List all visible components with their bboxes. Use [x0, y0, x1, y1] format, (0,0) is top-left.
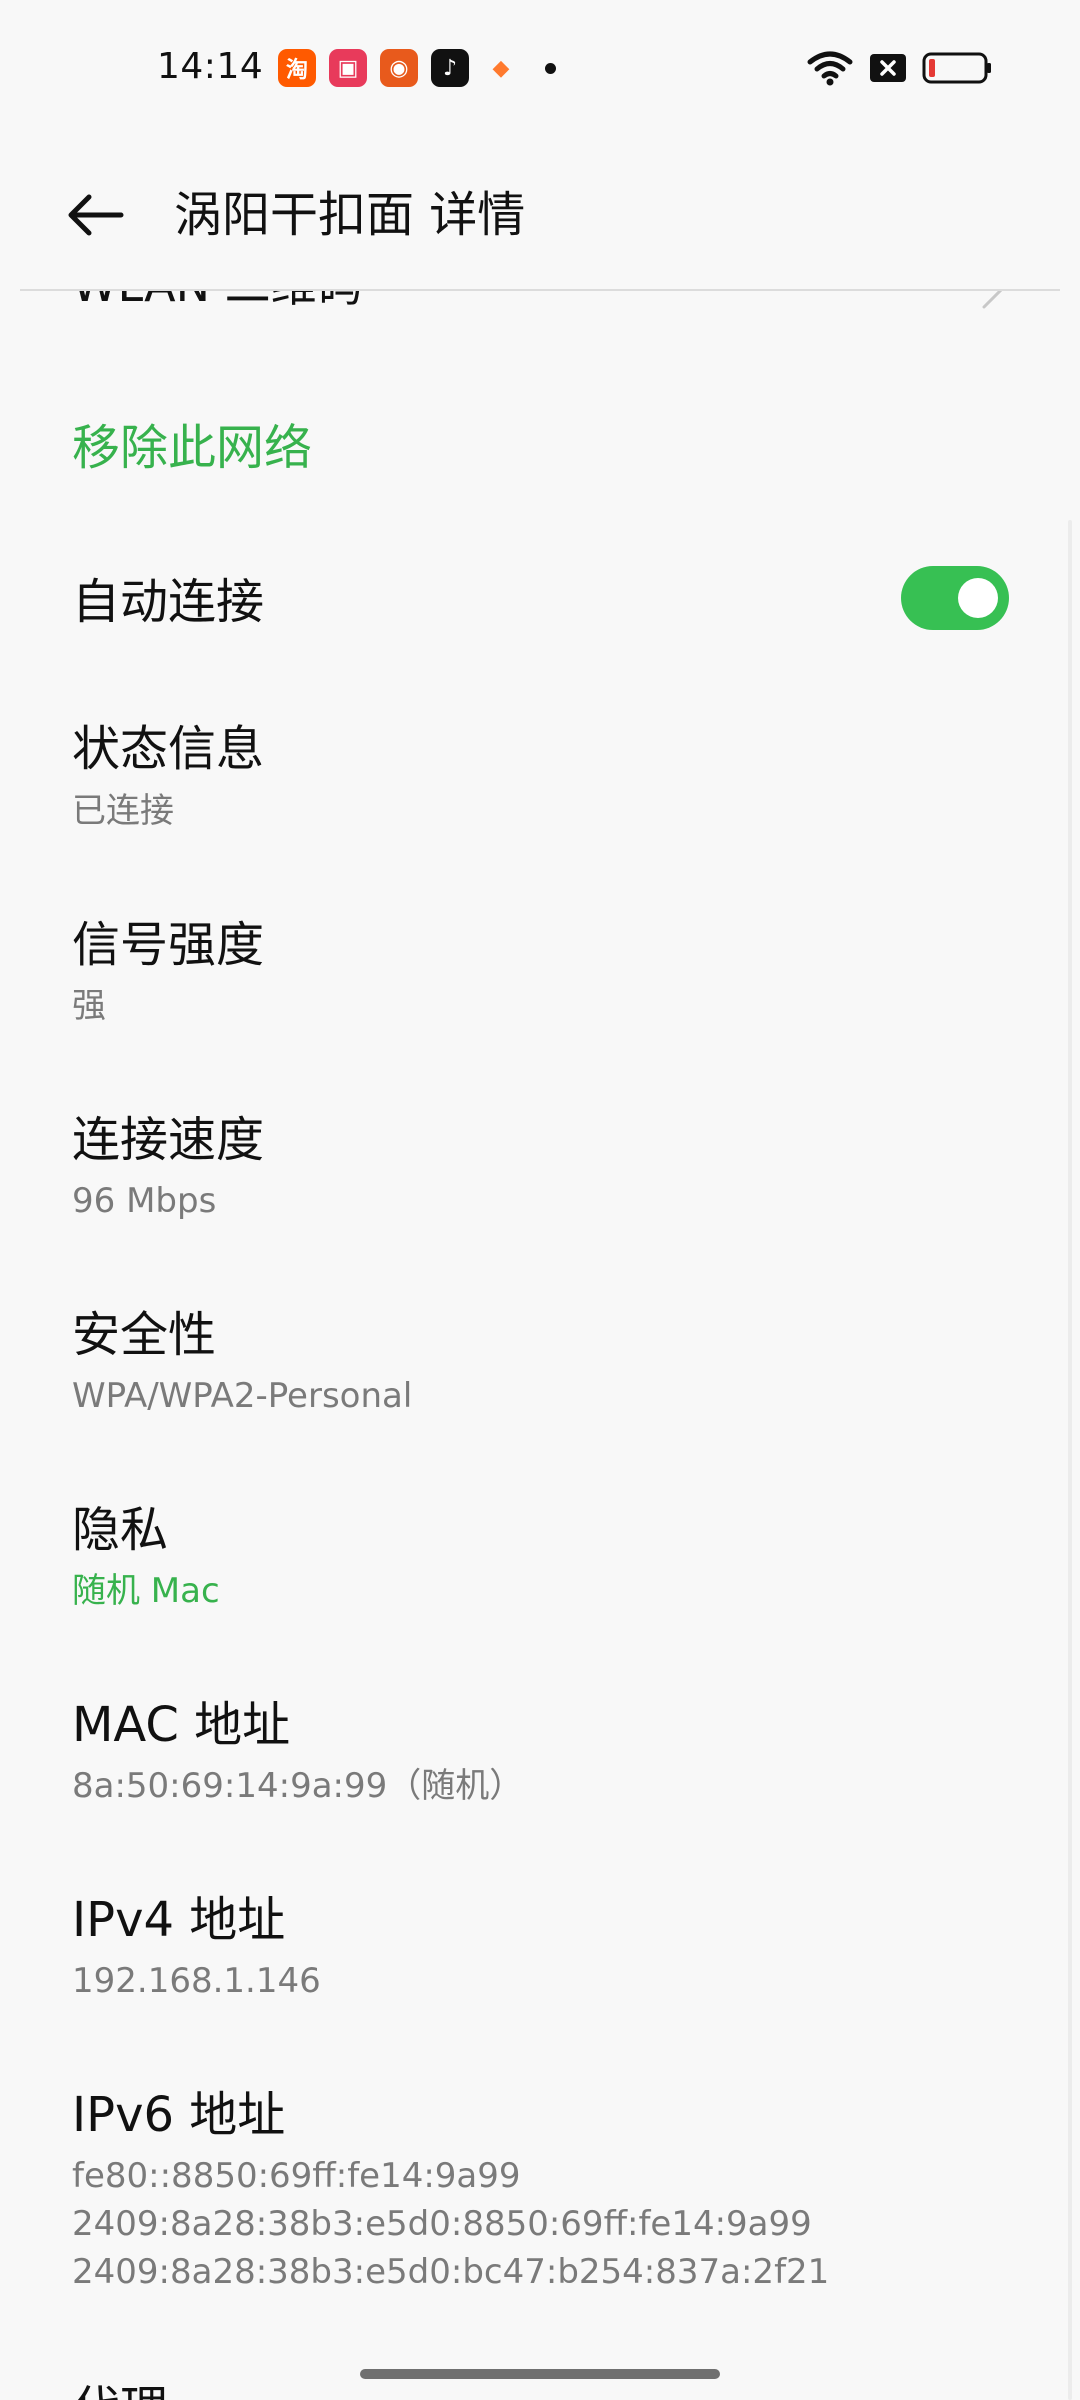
- more-notifications-dot-icon: [545, 62, 556, 74]
- app-bar: 涡阳干扣面 详情: [0, 150, 1080, 280]
- status-info-value: 已连接: [72, 791, 174, 831]
- proxy-title[interactable]: 代理: [72, 2369, 168, 2400]
- wifi-detail-screen: 14:14 淘 ▣ ◉ ♪ ◆ 涡阳干扣面 详情 移除此网络 自动连接 状态信息…: [0, 0, 1080, 2400]
- back-button[interactable]: [50, 180, 140, 250]
- security-title: 安全性: [72, 1307, 217, 1363]
- taobao-app-icon: 淘: [278, 49, 316, 87]
- pumpkin-app-icon: ◉: [380, 49, 418, 87]
- ipv4-address-value: 192.168.1.146: [72, 1961, 321, 2001]
- signal-strength-value: 强: [72, 986, 106, 1026]
- chevron-right-icon: [982, 291, 1003, 309]
- toggle-knob: [958, 578, 998, 618]
- privacy-title[interactable]: 隐私: [72, 1490, 168, 1560]
- tiktok-app-icon: ♪: [431, 49, 469, 87]
- wlan-qr-code-row[interactable]: WLAN 二维码: [72, 291, 363, 315]
- home-indicator[interactable]: [360, 2369, 720, 2379]
- auto-connect-label: 自动连接: [72, 574, 265, 630]
- notification-icons: 淘 ▣ ◉ ♪ ◆: [278, 49, 556, 87]
- ipv4-address-title: IPv4 地址: [72, 1892, 286, 1948]
- status-time: 14:14: [157, 46, 264, 87]
- scrollbar[interactable]: [1068, 520, 1072, 2400]
- privacy-value[interactable]: 随机 Mac: [72, 1567, 220, 1615]
- link-speed-title: 连接速度: [72, 1112, 265, 1168]
- mac-address-value: 8a:50:69:14:9a:99（随机）: [72, 1766, 524, 1806]
- signal-strength-title: 信号强度: [72, 917, 265, 973]
- status-bar: 14:14 淘 ▣ ◉ ♪ ◆: [0, 0, 1080, 130]
- game-app-icon: ◆: [492, 55, 510, 81]
- no-sim-icon: [870, 54, 906, 82]
- remove-network-button[interactable]: 移除此网络: [72, 408, 312, 478]
- system-icons: [806, 48, 992, 88]
- detail-list[interactable]: WLAN 二维码 移除此网络 自动连接 状态信息 已连接 信号强度 强 连接速度…: [0, 291, 1080, 2400]
- ipv6-address-value: fe80::8850:69ff:fe14:9a99 2409:8a28:38b3…: [72, 2156, 830, 2292]
- page-title: 涡阳干扣面 详情: [174, 187, 526, 243]
- link-speed-value: 96 Mbps: [72, 1181, 217, 1221]
- status-info-title: 状态信息: [72, 721, 265, 777]
- wifi-icon: [807, 51, 853, 86]
- battery-low-icon: [922, 52, 991, 84]
- ipv6-address-title: IPv6 地址: [72, 2087, 286, 2143]
- video-app-icon: ▣: [329, 49, 367, 87]
- security-value: WPA/WPA2-Personal: [72, 1376, 413, 1416]
- auto-connect-toggle[interactable]: [901, 566, 1009, 630]
- back-arrow-icon: [68, 194, 124, 236]
- mac-address-title: MAC 地址: [72, 1697, 291, 1753]
